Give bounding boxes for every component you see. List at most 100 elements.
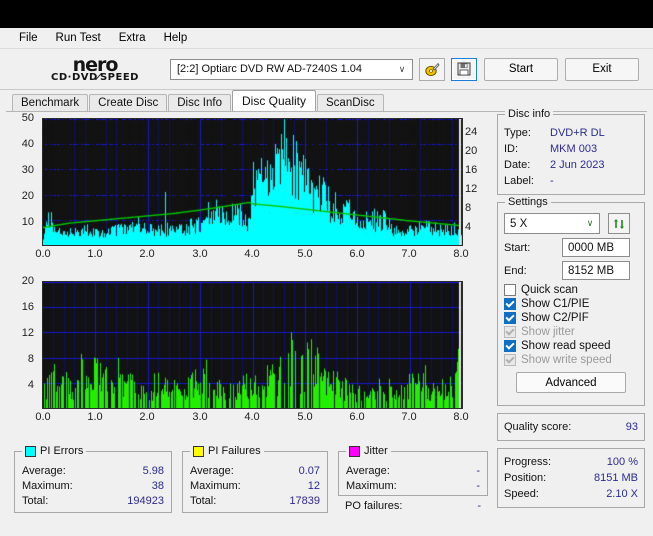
- menu-item-help[interactable]: Help: [155, 30, 197, 46]
- progress-label: Progress:: [504, 456, 552, 468]
- disc-type-row: Type: DVD+R DL: [498, 125, 644, 141]
- pi-errors-average-row: Average: 5.98: [15, 464, 171, 479]
- progress-row: Progress: 100 %: [498, 454, 644, 470]
- pi-failures-total-row: Total: 17839: [183, 494, 327, 509]
- end-input[interactable]: 8152 MB: [562, 261, 630, 280]
- pi-failures-average-row: Average: 0.07: [183, 464, 327, 479]
- disc-type-label: Type:: [504, 127, 531, 139]
- top-xtick-0: 0.0: [35, 248, 51, 260]
- disc-info-title: Disc info: [505, 108, 554, 120]
- start-field-row: Start: 0000 MB: [498, 238, 644, 257]
- top-xtick-5: 5.0: [297, 248, 313, 260]
- exit-button[interactable]: Exit: [565, 57, 639, 81]
- logo-cd-dvd-text: CD·DVD: [51, 71, 98, 83]
- pi-failures-average-label: Average:: [190, 465, 234, 477]
- pi-failures-legend-title: PI Failures: [190, 445, 264, 457]
- pi-errors-total-row: Total: 194923: [15, 494, 171, 509]
- top-xtick-6: 6.0: [349, 248, 365, 260]
- show-read-speed-checkbox[interactable]: Show read speed: [498, 339, 644, 353]
- tab-disc-info[interactable]: Disc Info: [168, 94, 231, 111]
- checkbox-box: [504, 298, 516, 310]
- menu-bar: File Run Test Extra Help: [0, 28, 653, 49]
- drive-select[interactable]: [2:2] Optiarc DVD RW AD-7240S 1.04 ∨: [170, 58, 413, 80]
- floppy-save-icon: [457, 62, 471, 76]
- jitter-maximum-row: Maximum: -: [339, 479, 487, 494]
- quality-score-row: Quality score: 93: [498, 419, 644, 435]
- nero-cd-dvd-speed-window: File Run Test Extra Help nero CD·DVD⁄SPE…: [0, 28, 653, 536]
- start-button[interactable]: Start: [484, 57, 558, 81]
- toolbar: nero CD·DVD⁄SPEED [2:2] Optiarc DVD RW A…: [0, 49, 653, 90]
- show-c1-pie-checkbox[interactable]: Show C1/PIE: [498, 297, 644, 311]
- po-failures-value: -: [477, 500, 481, 512]
- top-ytick-50: 50: [21, 112, 34, 124]
- speed-row: Speed: 2.10 X: [498, 486, 644, 502]
- show-write-speed-label: Show write speed: [521, 354, 612, 366]
- disc-label-label: Label:: [504, 175, 534, 187]
- right-panel: Disc info Type: DVD+R DL ID: MKM 003 Dat…: [497, 108, 645, 515]
- pi-errors-stats-group: PI Errors Average: 5.98 Maximum: 38 Tota…: [14, 445, 172, 513]
- advanced-button[interactable]: Advanced: [516, 372, 626, 393]
- end-label: End:: [504, 264, 527, 277]
- disc-id-row: ID: MKM 003: [498, 141, 644, 157]
- show-c2-pif-label: Show C2/PIF: [521, 312, 589, 324]
- chevron-down-icon: ∨: [586, 218, 594, 228]
- scan-charts: 50 40 30 20 10 24 20 16 12 8 4 0.0 1.0 2…: [10, 112, 490, 429]
- disc-quality-panel: 50 40 30 20 10 24 20 16 12 8 4 0.0 1.0 2…: [0, 108, 653, 532]
- pi-failures-average-value: 0.07: [298, 465, 320, 477]
- disc-tool-icon: [425, 62, 440, 76]
- position-label: Position:: [504, 472, 547, 484]
- bot-xtick-6: 6.0: [349, 411, 365, 423]
- save-button[interactable]: [451, 57, 477, 81]
- pi-errors-total-label: Total:: [22, 495, 49, 507]
- top-xtick-1: 1.0: [87, 248, 103, 260]
- tab-benchmark[interactable]: Benchmark: [12, 94, 89, 111]
- tab-bar: Benchmark Create Disc Disc Info Disc Qua…: [0, 90, 653, 111]
- start-input[interactable]: 0000 MB: [562, 238, 630, 257]
- top-xtick-4: 4.0: [244, 248, 260, 260]
- bot-ytick-12: 12: [21, 327, 34, 339]
- position-value: 8151 MB: [593, 472, 638, 484]
- tab-create-disc[interactable]: Create Disc: [89, 94, 168, 111]
- top-y2tick-8: 8: [465, 202, 472, 214]
- pi-errors-maximum-label: Maximum:: [22, 480, 73, 492]
- pi-failures-total-value: 17839: [289, 495, 320, 507]
- jitter-stats-group: Jitter Average: - Maximum: -: [338, 445, 488, 496]
- quality-score-label: Quality score:: [504, 421, 572, 433]
- menu-item-extra[interactable]: Extra: [110, 30, 155, 46]
- pi-errors-average-value: 5.98: [142, 465, 164, 477]
- progress-group: Progress: 100 % Position: 8151 MB Speed:…: [497, 448, 645, 508]
- po-failures-row: PO failures: -: [338, 499, 488, 514]
- settings-group: Settings 5 X ∨ Start: 0000 MB End: 8152 …: [497, 196, 645, 406]
- quick-scan-checkbox[interactable]: Quick scan: [498, 283, 644, 297]
- jitter-average-label: Average:: [346, 465, 390, 477]
- top-y2tick-20: 20: [465, 145, 478, 157]
- show-jitter-checkbox: Show jitter: [498, 325, 644, 339]
- bot-xtick-2: 2.0: [139, 411, 155, 423]
- menu-item-file[interactable]: File: [10, 30, 47, 46]
- pi-failures-maximum-row: Maximum: 12: [183, 479, 327, 494]
- status-bar: [0, 528, 653, 536]
- pi-failures-chart: 20 16 12 8 4 0.0 1.0 2.0 3.0 4.0 5.0 6.0…: [10, 275, 490, 429]
- show-write-speed-checkbox: Show write speed: [498, 353, 644, 367]
- speed-select[interactable]: 5 X ∨: [504, 213, 600, 234]
- tab-scandisc[interactable]: ScanDisc: [317, 94, 384, 111]
- show-c2-pif-checkbox[interactable]: Show C2/PIF: [498, 311, 644, 325]
- tab-disc-quality[interactable]: Disc Quality: [232, 90, 317, 111]
- top-y2tick-4: 4: [465, 221, 472, 233]
- speed-label: Speed:: [504, 488, 539, 500]
- top-y2tick-12: 12: [465, 183, 478, 195]
- nero-logo: nero CD·DVD⁄SPEED: [8, 55, 170, 83]
- refresh-button[interactable]: [608, 213, 630, 234]
- top-ytick-10: 10: [21, 216, 34, 228]
- pi-failures-total-label: Total:: [190, 495, 217, 507]
- show-read-speed-label: Show read speed: [521, 340, 611, 352]
- disc-date-row: Date: 2 Jun 2023: [498, 157, 644, 173]
- position-row: Position: 8151 MB: [498, 470, 644, 486]
- disc-tool-button[interactable]: [419, 57, 445, 81]
- pi-failures-maximum-label: Maximum:: [190, 480, 241, 492]
- bot-xtick-8: 8.0: [453, 411, 469, 423]
- menu-item-run-test[interactable]: Run Test: [47, 30, 110, 46]
- settings-title: Settings: [505, 196, 551, 208]
- quality-score-group: Quality score: 93: [497, 413, 645, 441]
- checkbox-box: [504, 340, 516, 352]
